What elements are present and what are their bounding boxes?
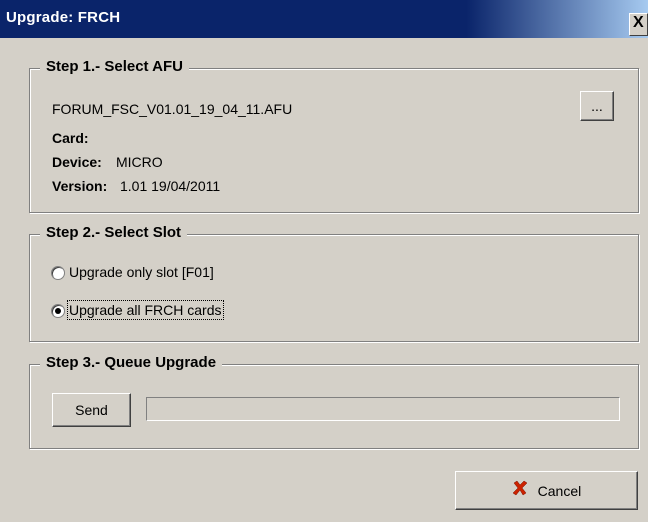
browse-button[interactable]: ... <box>580 91 614 121</box>
device-label: Device: <box>52 154 102 170</box>
window-title: Upgrade: FRCH <box>6 9 121 26</box>
send-button-label: Send <box>75 402 108 418</box>
step1-legend: Step 1.- Select AFU <box>40 58 189 75</box>
version-value: 1.01 19/04/2011 <box>120 178 221 194</box>
version-label: Version: <box>52 178 108 194</box>
cancel-button-label: Cancel <box>537 482 582 499</box>
radio-all-cards[interactable] <box>51 304 65 318</box>
send-button[interactable]: Send <box>52 393 131 427</box>
step2-group: Step 2.- Select Slot <box>29 224 639 342</box>
close-button[interactable]: X <box>629 13 648 36</box>
title-bar[interactable]: Upgrade: FRCH X <box>0 0 648 38</box>
upgrade-progress-bar <box>146 397 620 421</box>
step3-legend: Step 3.- Queue Upgrade <box>40 354 223 371</box>
cancel-button[interactable]: Cancel <box>455 471 638 510</box>
step2-legend: Step 2.- Select Slot <box>40 224 188 241</box>
afu-file-name: FORUM_FSC_V01.01_19_04_11.AFU <box>52 101 293 117</box>
radio-only-slot-label[interactable]: Upgrade only slot [F01] <box>69 264 214 280</box>
browse-button-label: ... <box>591 98 603 114</box>
radio-only-slot[interactable] <box>51 266 65 280</box>
close-icon: X <box>633 14 644 31</box>
radio-all-cards-label[interactable]: Upgrade all FRCH cards <box>67 300 224 320</box>
radio-selected-dot <box>55 308 61 314</box>
device-value: MICRO <box>116 154 163 170</box>
card-label: Card: <box>52 130 89 146</box>
upgrade-dialog: Upgrade: FRCH X Step 1.- Select AFU FORU… <box>0 0 648 522</box>
cancel-icon <box>512 473 528 510</box>
